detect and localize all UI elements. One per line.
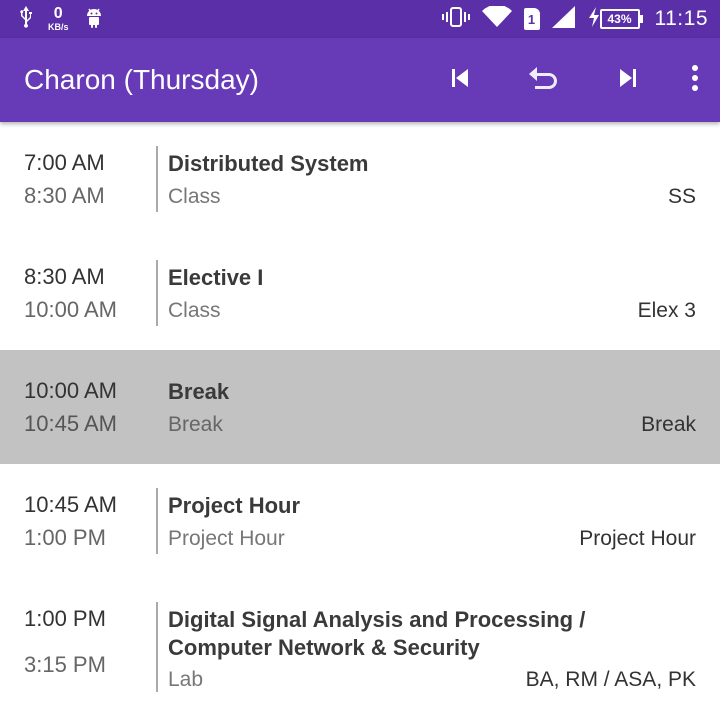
list-item[interactable]: 1:00 PM 3:15 PM Digital Signal Analysis … [0, 578, 720, 720]
today-button[interactable] [502, 38, 586, 122]
end-time: 10:00 AM [24, 297, 117, 322]
teacher-or-room: BA, RM / ASA, PK [525, 668, 696, 691]
teacher-or-room: Project Hour [579, 527, 696, 550]
subject-title-line-1: Digital Signal Analysis and Processing / [168, 607, 586, 632]
subject-title: Digital Signal Analysis and Processing /… [168, 606, 696, 662]
more-vert-icon [691, 64, 699, 96]
list-item-current[interactable]: 10:00 AM 10:45 AM Break Break Break [0, 350, 720, 464]
page-title: Charon (Thursday) [24, 64, 259, 95]
end-time: 3:15 PM [24, 652, 106, 677]
start-time: 8:30 AM [24, 264, 105, 289]
subject-type: Class [168, 185, 221, 208]
schedule-list: 7:00 AM 8:30 AM Distributed System Class… [0, 122, 720, 720]
divider [156, 602, 158, 692]
subject-title: Distributed System [168, 151, 369, 176]
previous-day-button[interactable] [418, 38, 502, 122]
teacher-or-room: SS [667, 185, 696, 208]
subject-type: Break [168, 413, 223, 436]
list-item[interactable]: 10:45 AM 1:00 PM Project Hour Project Ho… [0, 464, 720, 578]
wifi-icon [481, 4, 512, 33]
divider [156, 146, 158, 212]
network-speed: 0 KB/s [48, 6, 69, 32]
subject-type: Project Hour [168, 527, 285, 550]
list-item[interactable]: 7:00 AM 8:30 AM Distributed System Class… [0, 122, 720, 236]
battery-indicator: 43% [588, 6, 643, 32]
sim-icon: 1 [523, 8, 540, 30]
divider [156, 488, 158, 554]
undo-icon [527, 65, 561, 96]
end-time: 10:45 AM [24, 411, 117, 436]
vibrate-icon [441, 6, 470, 33]
start-time: 1:00 PM [24, 606, 106, 631]
start-time: 7:00 AM [24, 150, 105, 175]
divider [156, 260, 158, 326]
usb-icon [18, 5, 34, 34]
skip-previous-icon [448, 66, 472, 95]
charging-icon [588, 6, 600, 32]
teacher-or-room: Elex 3 [637, 299, 696, 322]
subject-title: Project Hour [168, 493, 301, 518]
subject-type: Class [168, 299, 221, 322]
status-time: 11:15 [654, 7, 708, 30]
app-bar: Charon (Thursday) [0, 38, 720, 122]
subject-title-line-2: Computer Network & Security [168, 635, 480, 660]
subject-type: Lab [168, 668, 204, 691]
subject-title: Break [168, 379, 230, 404]
battery-icon: 43% [599, 9, 640, 29]
network-speed-value: 0 [53, 5, 63, 22]
more-options-button[interactable] [670, 38, 720, 122]
end-time: 1:00 PM [24, 525, 106, 550]
end-time: 8:30 AM [24, 183, 105, 208]
start-time: 10:00 AM [24, 378, 117, 403]
android-icon [83, 5, 105, 34]
skip-next-icon [616, 66, 640, 95]
teacher-or-room: Break [641, 413, 696, 436]
network-speed-unit: KB/s [48, 22, 69, 32]
status-bar: 0 KB/s 1 43% 11:15 [0, 0, 720, 38]
list-item[interactable]: 8:30 AM 10:00 AM Elective I Class Elex 3 [0, 236, 720, 350]
subject-title: Elective I [168, 265, 264, 290]
next-day-button[interactable] [586, 38, 670, 122]
start-time: 10:45 AM [24, 492, 117, 517]
signal-icon [551, 5, 576, 33]
